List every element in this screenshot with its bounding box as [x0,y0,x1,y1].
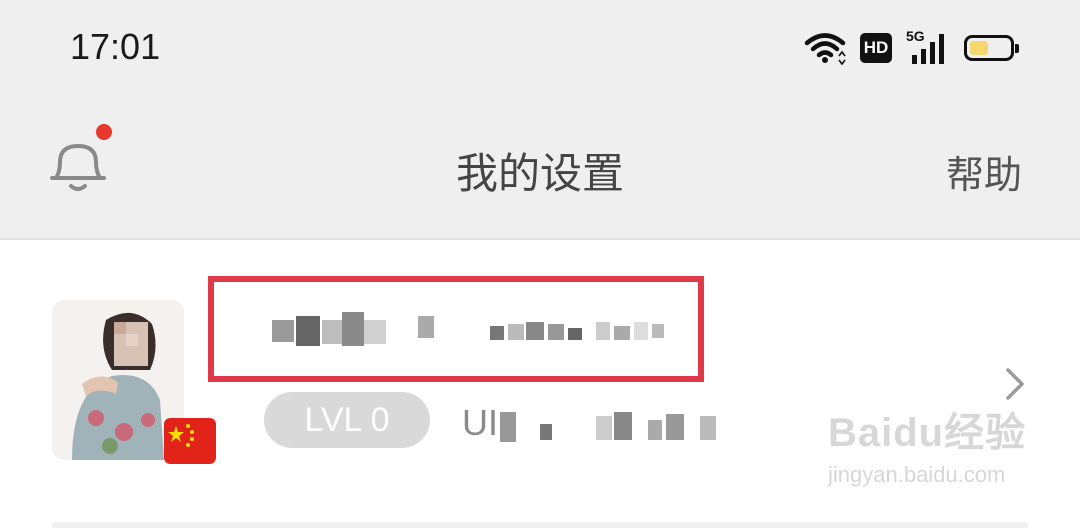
battery-icon [964,35,1019,61]
china-flag [164,418,216,464]
help-button[interactable]: 帮助 [946,144,1022,199]
status-icons: HD 5G [804,28,1019,66]
hd-icon: HD [860,33,892,63]
uid-prefix: UI [462,402,498,443]
wifi-icon [804,33,846,65]
signal-5g-icon: 5G [906,28,950,65]
page-title: 我的设置 [455,149,624,198]
uid-label: UI [462,402,498,444]
username-mosaic [272,320,294,342]
status-bar: 17:01 HD 5G [0,0,1080,96]
battery-level [970,41,989,55]
baidu-watermark: Baidu经验 jingyan.baidu.com [828,400,1028,510]
watermark-logo: Baidu经验 [828,411,1027,455]
watermark-url: jingyan.baidu.com [828,462,1006,487]
chevron-right-icon[interactable] [1002,364,1028,404]
status-time: 17:01 [70,26,161,67]
profile-card[interactable]: LVL 0 UI Baidu经验 jingyan.baidu.com [0,240,1080,528]
header: 我的设置 帮助 [0,96,1080,240]
notification-dot [96,124,112,140]
username-highlight [208,276,704,382]
next-section-edge [52,522,1028,528]
level-badge: LVL 0 [264,392,430,448]
